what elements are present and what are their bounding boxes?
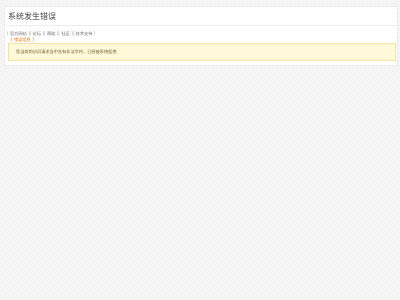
error-info-label: 错误信息: [13, 37, 31, 42]
title-bar: 系统发生错误: [5, 7, 397, 26]
bracket-close: ]: [92, 31, 96, 36]
link-forum[interactable]: 论坛: [33, 31, 41, 36]
error-notice: 您当前的访问请求当中含有非法字符，已经被系统拒绝: [8, 43, 396, 61]
link-tech-support[interactable]: 技术支持: [76, 31, 93, 36]
link-official-site[interactable]: 官方网站: [10, 31, 27, 36]
error-message: 您当前的访问请求当中含有非法字符，已经被系统拒绝: [16, 49, 117, 54]
page-title: 系统发生错误: [8, 12, 56, 21]
error-panel: 系统发生错误 [ 官方网站 ][ 论坛 ][ 帮助 ][ 社区 ][ 技术支持 …: [4, 6, 398, 66]
link-community[interactable]: 社区: [61, 31, 69, 36]
